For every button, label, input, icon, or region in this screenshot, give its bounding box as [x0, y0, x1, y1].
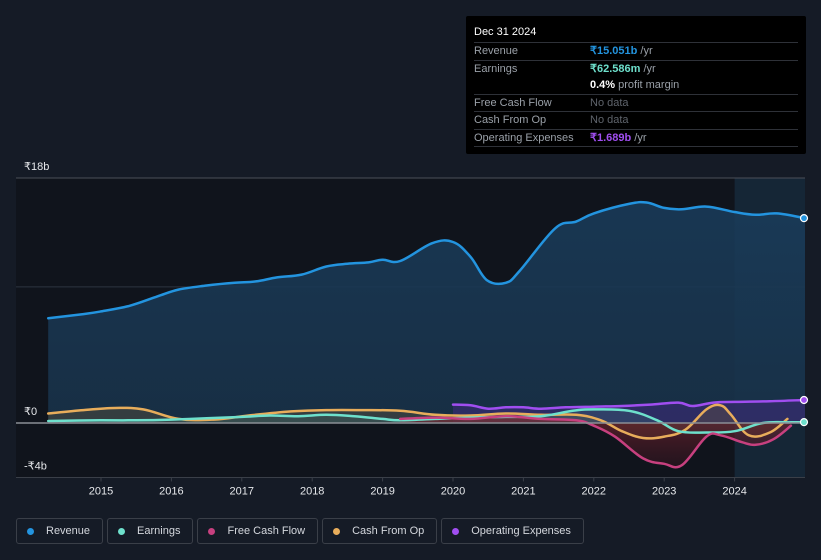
- legend-item-cash-from-op[interactable]: Cash From Op: [322, 518, 438, 544]
- tooltip-value-amount: ₹1.689b: [590, 131, 632, 144]
- tooltip-value-suffix: /yr: [631, 131, 647, 144]
- tooltip-value-amount: 0.4%: [590, 79, 616, 91]
- tooltip-key: Free Cash Flow: [474, 96, 552, 109]
- tooltip-value: No data: [590, 112, 629, 129]
- legend-item-revenue[interactable]: Revenue: [16, 518, 104, 544]
- legend-label: Earnings: [137, 525, 181, 537]
- tooltip-value-amount: No data: [590, 114, 629, 126]
- x-tick-label: 2020: [441, 485, 465, 497]
- legend-dot-icon: [452, 527, 460, 535]
- tooltip-value-suffix: /yr: [637, 45, 653, 57]
- x-tick-label: 2019: [370, 485, 394, 497]
- tooltip-panel: Dec 31 2024 Revenue ₹15.051b /yr Earnings ₹…: [466, 16, 806, 154]
- legend-label: Free Cash Flow: [227, 525, 306, 537]
- legend-dot-icon: [333, 527, 341, 535]
- tooltip-rows: Revenue ₹15.051b /yr Earnings ₹62.586m /yr 0…: [474, 42, 798, 147]
- tooltip-value-amount: ₹15.051b: [590, 45, 638, 57]
- tooltip-row: Revenue ₹15.051b /yr: [474, 42, 798, 60]
- tooltip-key: Revenue: [474, 45, 519, 57]
- x-tick-label: 2016: [159, 485, 183, 497]
- tooltip-value: No data: [590, 95, 629, 112]
- tooltip-value: ₹62.586m /yr: [590, 61, 656, 78]
- tooltip-key: Cash From Op: [474, 114, 547, 126]
- earnings-end-marker: [799, 418, 809, 427]
- tooltip-row: Free Cash Flow No data: [474, 93, 798, 112]
- tooltip-value: 0.4% profit margin: [590, 77, 679, 94]
- x-tick-label: 2022: [582, 485, 606, 497]
- x-tick-label: 2017: [230, 485, 254, 497]
- y-tick-label: ₹0: [24, 406, 37, 418]
- legend-dot-icon: [208, 527, 216, 535]
- legend-item-earnings[interactable]: Earnings: [107, 518, 194, 544]
- tooltip-value: ₹15.051b /yr: [590, 43, 653, 60]
- legend-dot-icon: [118, 527, 126, 535]
- tooltip-row: 0.4% profit margin: [474, 77, 798, 94]
- tooltip-value-amount: No data: [590, 96, 629, 109]
- x-tick-label: 2021: [511, 485, 535, 497]
- operating-expenses-end-marker: [799, 395, 809, 405]
- tooltip-value: ₹1.689b /yr: [590, 130, 647, 147]
- legend-dot-icon: [27, 527, 34, 535]
- tooltip-date: Dec 31 2024: [474, 26, 537, 38]
- legend-label: Cash From Op: [352, 525, 425, 537]
- legend-item-operating-expenses[interactable]: Operating Expenses: [441, 518, 584, 544]
- legend-item-free-cash-flow[interactable]: Free Cash Flow: [197, 518, 319, 544]
- tooltip-row: Cash From Op No data: [474, 111, 798, 129]
- x-tick-label: 2018: [300, 485, 324, 497]
- tooltip-value-suffix: profit margin: [615, 79, 680, 91]
- chart-legend: Revenue Earnings Free Cash Flow Cash From O…: [16, 518, 584, 544]
- x-tick-label: 2015: [89, 485, 113, 497]
- tooltip-row: Earnings ₹62.586m /yr: [474, 59, 798, 78]
- y-tick-label: ₹18b: [24, 161, 49, 173]
- tooltip-value-suffix: /yr: [640, 62, 656, 75]
- tooltip-key: [474, 77, 590, 94]
- tooltip-key: Earnings: [474, 62, 518, 75]
- tooltip-row: Operating Expenses ₹1.689b /yr: [474, 128, 798, 147]
- revenue-end-marker: [799, 214, 809, 223]
- x-tick-label: 2024: [722, 485, 746, 497]
- tooltip-value-amount: ₹62.586m: [590, 62, 641, 75]
- legend-label: Operating Expenses: [471, 525, 571, 537]
- y-tick-label: -₹4b: [24, 460, 47, 472]
- legend-label: Revenue: [46, 525, 91, 537]
- tooltip-key: Operating Expenses: [474, 131, 574, 144]
- x-tick-label: 2023: [652, 485, 676, 497]
